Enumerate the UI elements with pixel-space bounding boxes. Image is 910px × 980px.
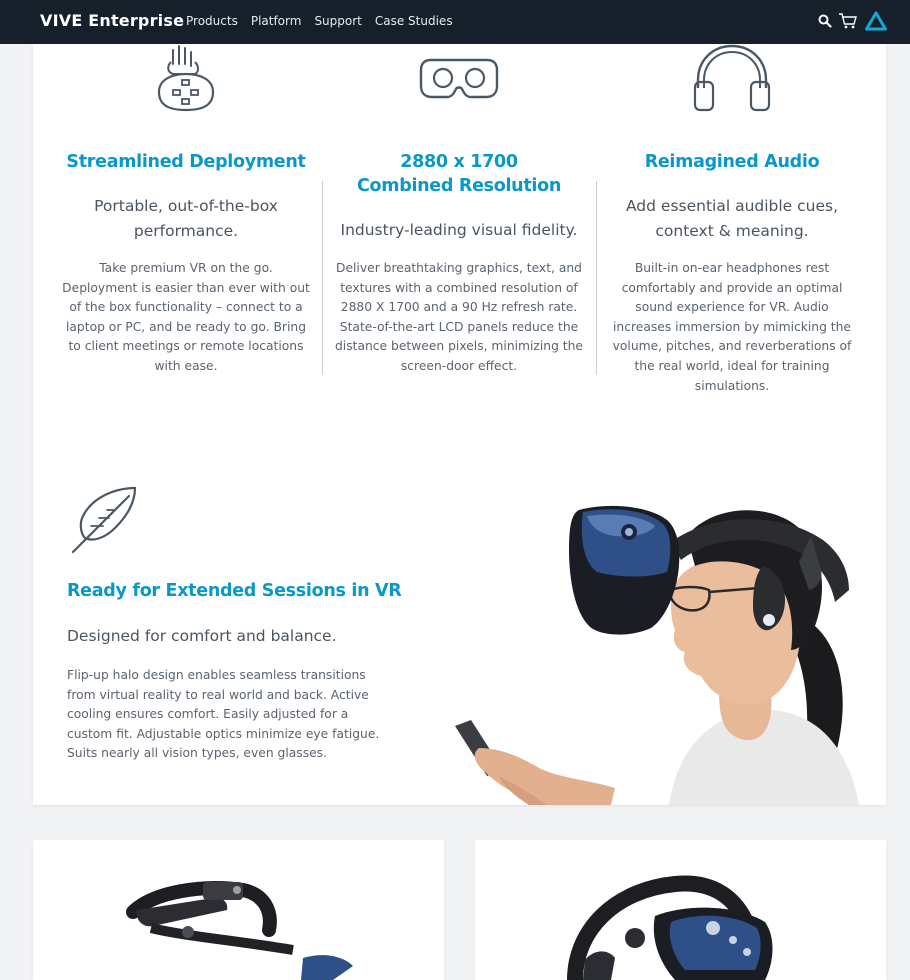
- feature-body-line: simulations.: [694, 378, 770, 393]
- feature-subtitle-line: context & meaning.: [655, 222, 809, 240]
- feature-streamlined-deployment: Streamlined Deployment Portable, out-of-…: [61, 0, 311, 420]
- extended-body-line: Flip-up halo design enables seamless tra…: [67, 668, 366, 682]
- feature-body-line: with ease.: [154, 358, 218, 373]
- nav-links: Products Platform Support Case Studies: [186, 14, 466, 28]
- extended-body-line: from virtual reality to real world and b…: [67, 687, 369, 702]
- vr-goggles-icon: [419, 58, 499, 100]
- feature-reimagined-audio: Reimagined Audio Add essential audible c…: [605, 0, 859, 420]
- extended-body-line: custom fit. Adjustable optics minimize e…: [67, 726, 380, 741]
- extended-body-line: cooling ensures comfort. Easily adjusted…: [67, 707, 349, 722]
- feature-body-line: Built-in on-ear headphones rest: [634, 261, 830, 275]
- feature-title: Streamlined Deployment: [61, 150, 311, 174]
- headphones-icon: [692, 44, 772, 112]
- features-card: Streamlined Deployment Portable, out-of-…: [33, 0, 886, 805]
- feature-subtitle: Add essential audible cues, context & me…: [605, 194, 859, 244]
- feature-body-line: volume, pitches, and reverberations of: [612, 339, 852, 354]
- extended-sessions-subtitle: Designed for comfort and balance.: [67, 627, 337, 645]
- feature-body-line: increases immersion by mimicking the: [613, 319, 851, 334]
- top-nav: VIVE Enterprise Products Platform Suppor…: [0, 0, 910, 44]
- feature-body: Built-in on-ear headphones rest comforta…: [605, 259, 859, 396]
- feature-body-line: distance between pixels, minimizing the: [335, 339, 583, 354]
- feature-body-line: Take premium VR on the go.: [99, 261, 273, 275]
- feather-icon: [69, 486, 139, 554]
- feature-body: Take premium VR on the go. Deployment is…: [61, 259, 311, 377]
- brand-logo[interactable]: VIVE Enterprise: [40, 11, 184, 30]
- nav-link-case-studies[interactable]: Case Studies: [375, 14, 453, 28]
- feature-body-line: sound experience for VR. Audio: [635, 300, 829, 315]
- feature-title: 2880 x 1700 Combined Resolution: [333, 150, 585, 198]
- feature-body-line: comfortably and provide an optimal: [621, 280, 843, 295]
- nav-link-products[interactable]: Products: [186, 14, 238, 28]
- search-icon[interactable]: [818, 14, 832, 33]
- feature-body-line: Deployment is easier than ever with out: [62, 280, 310, 295]
- feature-body-line: of the box functionality – connect to a: [69, 300, 303, 315]
- feature-body-line: 2880 X 1700 and a 90 Hz refresh rate.: [340, 300, 578, 315]
- feature-subtitle: Industry-leading visual fidelity.: [333, 218, 585, 243]
- feature-body-line: laptop or PC, and be ready to go. Bring: [65, 319, 307, 334]
- feature-title-line: Streamlined Deployment: [66, 152, 306, 172]
- feature-combined-resolution: 2880 x 1700 Combined Resolution Industry…: [333, 0, 585, 420]
- feature-title: Reimagined Audio: [605, 150, 859, 174]
- feature-title-line: Combined Resolution: [357, 176, 561, 196]
- nav-link-support[interactable]: Support: [314, 14, 361, 28]
- nav-link-platform[interactable]: Platform: [251, 14, 302, 28]
- hand-controller-icon: [153, 42, 219, 114]
- extended-sessions-body: Flip-up halo design enables seamless tra…: [67, 666, 382, 764]
- feature-subtitle-line: performance.: [133, 222, 239, 240]
- feature-subtitle-line: Add essential audible cues,: [625, 197, 839, 215]
- column-divider: [322, 181, 323, 375]
- column-divider: [596, 181, 597, 375]
- vive-logo-icon[interactable]: [864, 11, 888, 36]
- cart-icon[interactable]: [838, 12, 858, 35]
- woman-wearing-headset-photo: [419, 480, 886, 805]
- feature-title-line: Reimagined Audio: [644, 152, 820, 172]
- feature-body-line: to client meetings or remote locations: [68, 339, 304, 354]
- feature-body-line: screen-door effect.: [400, 358, 518, 373]
- feature-subtitle-line: Portable, out-of-the-box: [94, 197, 278, 215]
- feature-body: Deliver breathtaking graphics, text, and…: [333, 259, 585, 377]
- wireless-adapter-headset-image: [126, 881, 353, 980]
- feature-title-line: 2880 x 1700: [400, 152, 518, 172]
- product-card-wireless-adapter[interactable]: [33, 840, 444, 980]
- vive-headset-image: [567, 875, 773, 980]
- extended-sessions-title: Ready for Extended Sessions in VR: [67, 581, 402, 601]
- feature-subtitle: Portable, out-of-the-box performance.: [61, 194, 311, 244]
- feature-body-line: the real world, ideal for training: [634, 358, 830, 373]
- feature-subtitle-line: Industry-leading visual fidelity.: [340, 221, 578, 239]
- product-card-headset[interactable]: [475, 840, 886, 980]
- extended-body-line: Suits nearly all vision types, even glas…: [67, 746, 327, 761]
- feature-body-line: Deliver breathtaking graphics, text, and: [335, 261, 582, 275]
- feature-body-line: State-of-the-art LCD panels reduce the: [339, 319, 579, 334]
- feature-body-line: textures with a combined resolution of: [340, 280, 578, 295]
- nav-icons: [818, 11, 888, 36]
